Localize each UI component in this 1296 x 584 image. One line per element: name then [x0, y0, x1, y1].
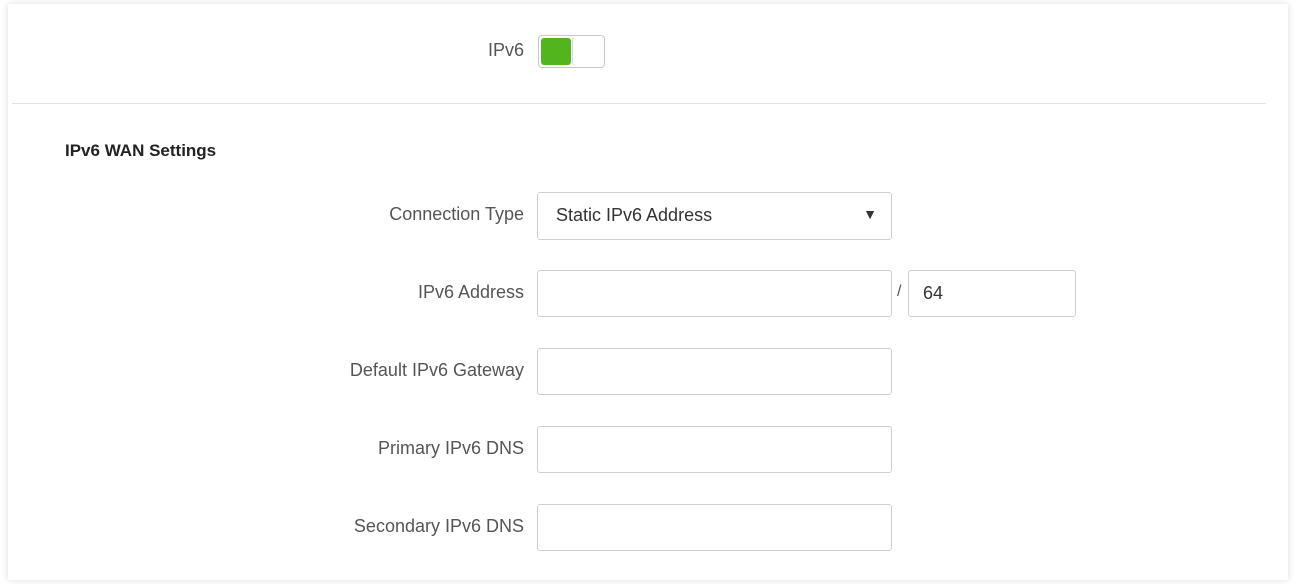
primary-dns-label: Primary IPv6 DNS: [377, 438, 524, 458]
secondary-dns-input[interactable]: [537, 504, 892, 551]
connection-type-label: Connection Type: [389, 204, 524, 224]
default-gateway-label: Default IPv6 Gateway: [349, 360, 524, 380]
default-gateway-input[interactable]: [537, 348, 892, 395]
ipv6-address-label: IPv6 Address: [417, 282, 524, 302]
section-title: IPv6 WAN Settings: [65, 141, 217, 160]
primary-dns-input[interactable]: [537, 426, 892, 473]
connection-type-select[interactable]: Static IPv6 Address ▼: [537, 192, 892, 240]
toggle-on-indicator: [541, 38, 571, 65]
secondary-dns-label: Secondary IPv6 DNS: [353, 516, 524, 536]
ipv6-address-input[interactable]: [537, 270, 892, 317]
ipv6-toggle-switch[interactable]: [538, 35, 605, 68]
prefix-length-input[interactable]: [908, 270, 1076, 317]
ipv6-toggle-label: IPv6: [487, 40, 524, 60]
prefix-separator: /: [897, 283, 902, 300]
section-divider: [12, 103, 1266, 104]
triangle-down-icon: ▼: [863, 206, 877, 222]
connection-type-value: Static IPv6 Address: [556, 205, 713, 225]
toggle-knob: [572, 37, 602, 66]
